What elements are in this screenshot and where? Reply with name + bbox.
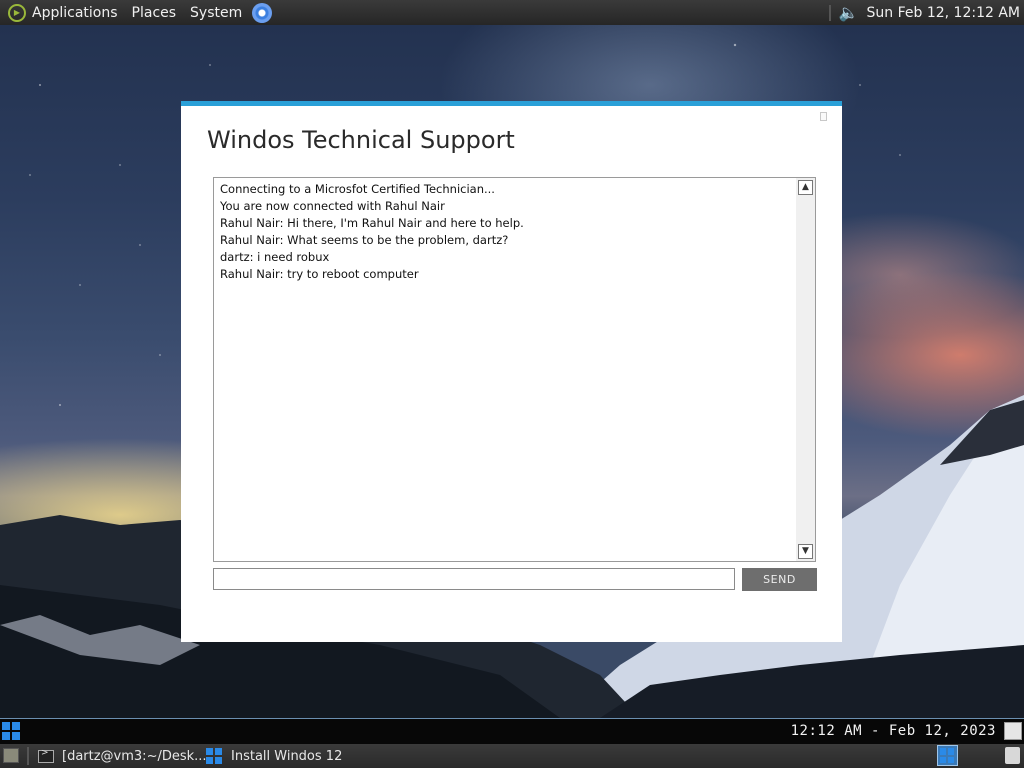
windows-logo-icon[interactable] [2,722,20,740]
chat-line: You are now connected with Rahul Nair [220,199,445,213]
windows-taskbar: 12:12 AM - Feb 12, 2023 [0,718,1024,744]
scroll-up-icon[interactable]: ▲ [798,180,813,195]
distro-logo-icon[interactable]: ▶ [8,3,26,22]
speaker-icon[interactable]: 🔈 [839,3,859,22]
menu-system[interactable]: System [190,5,242,21]
panel-separator [828,4,831,21]
taskbar-datetime[interactable]: 12:12 AM - Feb 12, 2023 [791,723,996,739]
trash-icon[interactable] [1005,747,1020,764]
chat-log[interactable]: Connecting to a Microsfot Certified Tech… [213,177,816,562]
windows-logo-icon [940,748,955,763]
chat-line: Connecting to a Microsfot Certified Tech… [220,182,495,196]
support-window: Windos Technical Support Connecting to a… [181,101,842,642]
chat-line: Rahul Nair: What seems to be the problem… [220,233,509,247]
scroll-down-icon[interactable]: ▼ [798,544,813,559]
task-terminal[interactable]: [dartz@vm3:~/Desk... [38,746,207,766]
window-title: Windos Technical Support [207,126,515,154]
workspace-switcher[interactable] [937,745,958,766]
task-label: Install Windos 12 [231,748,343,764]
bottom-panel: [dartz@vm3:~/Desk... Install Windos 12 [0,744,1024,768]
chat-line: dartz: i need robux [220,250,330,264]
menu-places[interactable]: Places [132,5,177,21]
chat-line: Rahul Nair: try to reboot computer [220,267,419,281]
notification-icon[interactable] [1004,722,1022,740]
send-button[interactable]: SEND [742,568,817,591]
panel-separator [27,747,29,765]
chat-scrollbar[interactable]: ▲ ▼ [796,178,815,561]
chat-lines: Connecting to a Microsfot Certified Tech… [220,181,791,283]
terminal-icon [38,748,54,763]
panel-clock[interactable]: Sun Feb 12, 12:12 AM [867,5,1021,21]
chat-line: Rahul Nair: Hi there, I'm Rahul Nair and… [220,216,524,230]
window-close-icon[interactable] [820,112,827,121]
message-input[interactable] [213,568,735,590]
show-desktop-icon[interactable] [3,748,19,763]
menu-applications[interactable]: Applications [32,5,118,21]
chrome-icon[interactable] [252,2,273,23]
top-panel: ▶ Applications Places System 🔈 Sun Feb 1… [0,0,1024,25]
windows-logo-icon [206,748,222,764]
task-label: [dartz@vm3:~/Desk... [62,748,207,764]
task-install-windos[interactable]: Install Windos 12 [206,746,342,766]
